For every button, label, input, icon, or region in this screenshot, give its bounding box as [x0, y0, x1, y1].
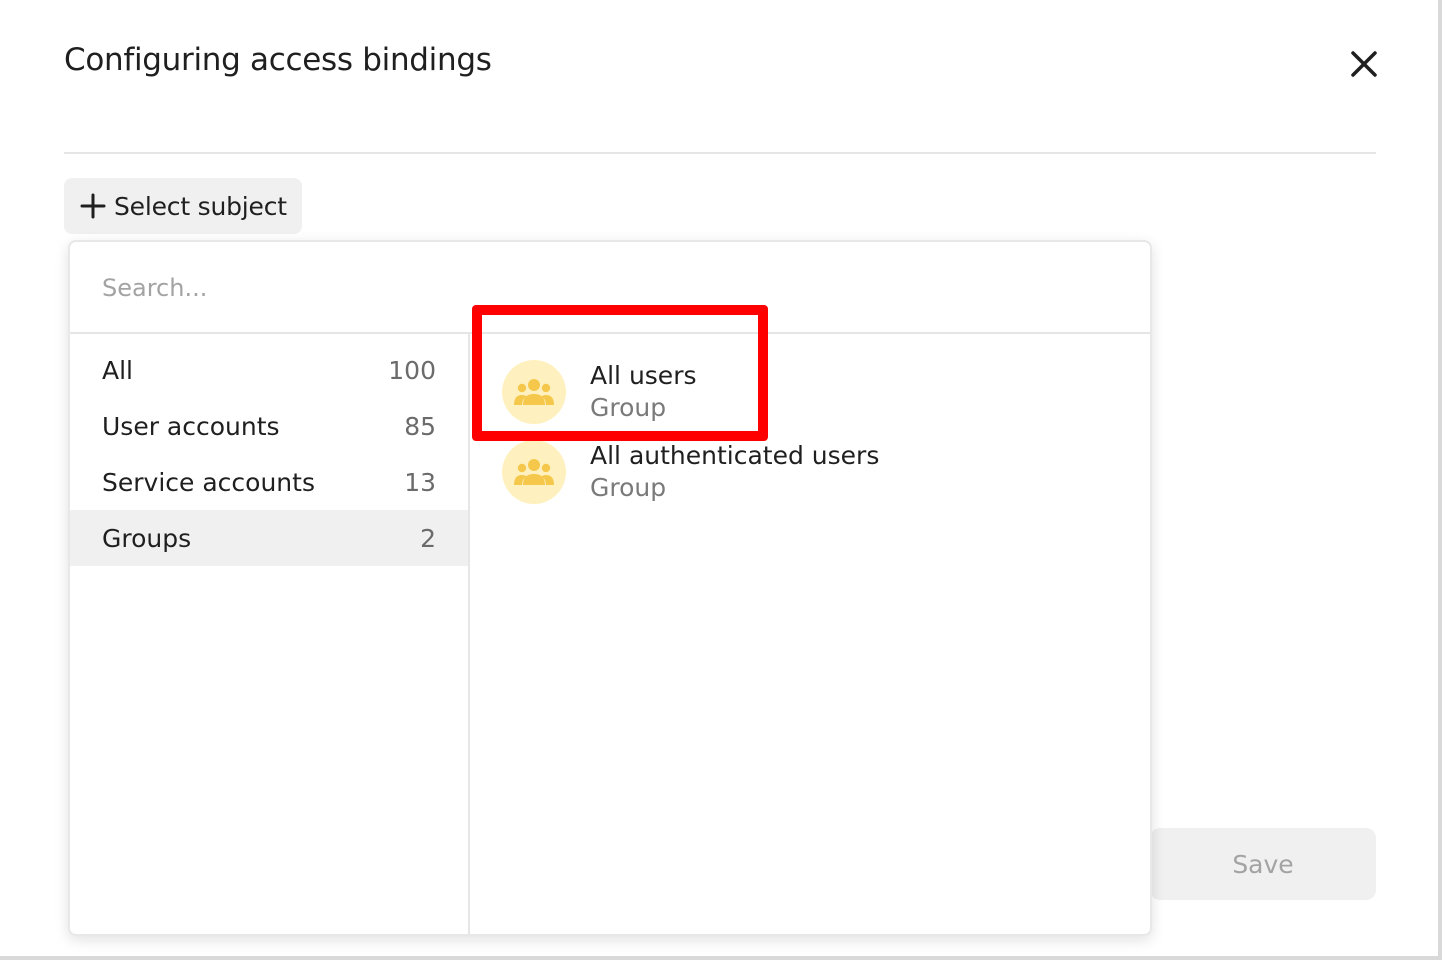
category-label: All [102, 355, 133, 385]
category-label: Groups [102, 523, 192, 553]
header-divider [64, 152, 1376, 154]
category-item-service-accounts[interactable]: Service accounts 13 [70, 454, 468, 510]
access-bindings-dialog: Configuring access bindings Select subje… [0, 0, 1442, 960]
group-avatar [502, 440, 566, 504]
category-count: 85 [404, 411, 436, 441]
search-input[interactable] [102, 268, 1002, 308]
result-type: Group [590, 473, 667, 502]
category-label: Service accounts [102, 467, 315, 497]
select-subject-label: Select subject [114, 191, 287, 221]
result-name: All authenticated users [590, 441, 880, 470]
dialog-title: Configuring access bindings [64, 42, 492, 78]
group-icon [514, 379, 554, 405]
results-list: All users Group All authenticated users … [470, 334, 1150, 934]
select-subject-button[interactable]: Select subject [64, 178, 302, 234]
close-icon [1351, 51, 1377, 77]
category-count: 100 [388, 355, 436, 385]
category-count: 13 [404, 467, 436, 497]
plus-icon [80, 193, 106, 219]
result-name: All users [590, 361, 697, 390]
save-button[interactable]: Save [1150, 828, 1376, 900]
category-count: 2 [420, 523, 436, 553]
group-icon [514, 459, 554, 485]
close-button[interactable] [1344, 44, 1384, 84]
category-list: All 100 User accounts 85 Service account… [70, 334, 470, 934]
result-item-all-users[interactable]: All users Group [502, 352, 1122, 432]
category-item-all[interactable]: All 100 [70, 342, 468, 398]
subject-picker-popup: All 100 User accounts 85 Service account… [68, 240, 1152, 936]
result-type: Group [590, 393, 667, 422]
group-avatar [502, 360, 566, 424]
search-bar [70, 242, 1150, 334]
category-label: User accounts [102, 411, 280, 441]
result-item-all-authenticated-users[interactable]: All authenticated users Group [502, 432, 1122, 512]
category-item-groups[interactable]: Groups 2 [70, 510, 468, 566]
category-item-user-accounts[interactable]: User accounts 85 [70, 398, 468, 454]
